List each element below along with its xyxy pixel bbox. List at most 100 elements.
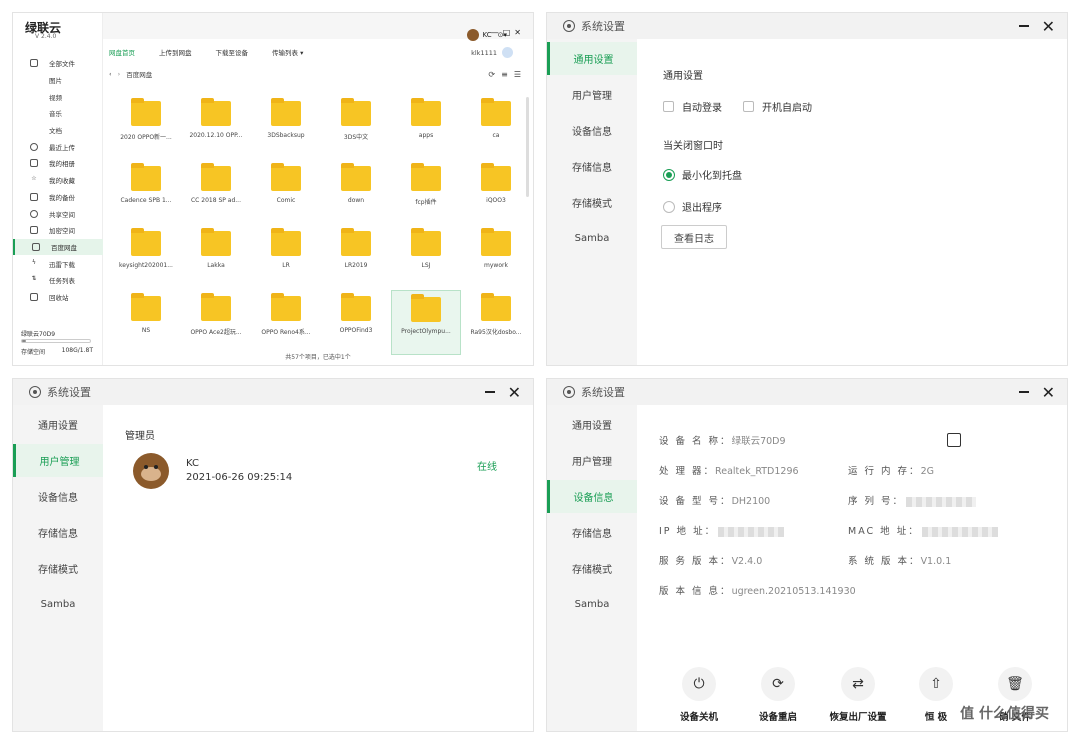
tab-users[interactable]: 用户管理 bbox=[13, 444, 103, 477]
settings-icon bbox=[29, 386, 41, 398]
nav-images[interactable]: 图片 bbox=[13, 72, 103, 89]
folder-item[interactable]: 2020.12.10 OPP... bbox=[181, 95, 251, 160]
storage-info: 存储空间 108G/1.8T bbox=[21, 347, 93, 356]
folder-item[interactable]: OPPO Ace2超玩... bbox=[181, 290, 251, 355]
tab-general[interactable]: 通用设置 bbox=[13, 408, 103, 441]
view-tools[interactable]: ⟳≡☰ bbox=[488, 70, 527, 79]
folder-item[interactable]: CC 2018 SP ad... bbox=[181, 160, 251, 225]
account-avatar[interactable] bbox=[502, 47, 513, 58]
back-icon[interactable]: ‹ bbox=[109, 70, 112, 78]
folder-name: LSJ bbox=[421, 262, 431, 269]
tab-device[interactable]: 设备信息 bbox=[547, 114, 637, 147]
nav-videos[interactable]: 视频 bbox=[13, 88, 103, 105]
tab-samba[interactable]: Samba bbox=[13, 588, 103, 621]
minimize-button[interactable] bbox=[1019, 13, 1029, 39]
folder-item[interactable]: LSJ bbox=[391, 225, 461, 290]
nav-docs[interactable]: 文档 bbox=[13, 122, 103, 139]
status-footer: 共57个项目，已选中1个 bbox=[285, 354, 351, 361]
folder-item[interactable]: down bbox=[321, 160, 391, 225]
folder-item[interactable]: 3DSbacksup bbox=[251, 95, 321, 160]
tab-general[interactable]: 通用设置 bbox=[547, 42, 637, 75]
exit-radio[interactable]: 退出程序 bbox=[663, 199, 722, 214]
folder-name: 3DSbacksup bbox=[267, 132, 305, 139]
folder-name: LR2019 bbox=[344, 262, 368, 269]
folder-name: 3DS中文 bbox=[343, 134, 369, 141]
folder-item[interactable]: OPPO Reno4系... bbox=[251, 290, 321, 355]
folder-item[interactable]: OPPOFind3 bbox=[321, 290, 391, 355]
tab-samba[interactable]: Samba bbox=[547, 222, 637, 255]
window-controls[interactable]: —□✕ bbox=[491, 28, 525, 37]
tab-storage-mode[interactable]: 存储模式 bbox=[13, 552, 103, 585]
folder-icon bbox=[411, 294, 441, 322]
tab-download[interactable]: 下载至设备 bbox=[216, 47, 249, 57]
tab-transfers[interactable]: 传输列表 ▾ bbox=[272, 47, 303, 57]
tab-users[interactable]: 用户管理 bbox=[547, 444, 637, 477]
tab-samba[interactable]: Samba bbox=[547, 588, 637, 621]
view-log-button[interactable]: 查看日志 bbox=[661, 225, 727, 249]
edit-icon[interactable] bbox=[947, 433, 961, 447]
file-icon bbox=[30, 59, 38, 68]
folder-item[interactable]: LR bbox=[251, 225, 321, 290]
tab-users[interactable]: 用户管理 bbox=[547, 78, 637, 111]
tab-device[interactable]: 设备信息 bbox=[13, 480, 103, 513]
tab-general[interactable]: 通用设置 bbox=[547, 408, 637, 441]
settings-icon bbox=[563, 386, 575, 398]
folder-item[interactable]: Lakka bbox=[181, 225, 251, 290]
folder-item[interactable]: ca bbox=[461, 95, 531, 160]
tab-storage-mode[interactable]: 存储模式 bbox=[547, 552, 637, 585]
tab-storage-mode[interactable]: 存储模式 bbox=[547, 186, 637, 219]
tab-storage-info[interactable]: 存储信息 bbox=[13, 516, 103, 549]
folder-item[interactable]: apps bbox=[391, 95, 461, 160]
minimize-button[interactable] bbox=[485, 379, 495, 405]
tab-home[interactable]: 网盘首页 bbox=[109, 47, 135, 57]
backup-icon bbox=[30, 192, 38, 201]
nav-recent[interactable]: 最近上传 bbox=[13, 138, 103, 155]
folder-item[interactable]: iQOO3 bbox=[461, 160, 531, 225]
auto-login-checkbox[interactable]: 自动登录 bbox=[663, 99, 722, 114]
nav-favorites[interactable]: ☆ 我的收藏 bbox=[13, 172, 103, 189]
nav-shared[interactable]: 共享空间 bbox=[13, 205, 103, 222]
folder-item[interactable]: fcp插件 bbox=[391, 160, 461, 225]
nav-baidu[interactable]: 百度网盘 bbox=[13, 238, 103, 256]
cloud-icon bbox=[32, 242, 40, 251]
nav-music[interactable]: 音乐 bbox=[13, 105, 103, 122]
nav-album[interactable]: 我的相册 bbox=[13, 155, 103, 172]
tab-storage-info[interactable]: 存储信息 bbox=[547, 150, 637, 183]
tab-device[interactable]: 设备信息 bbox=[547, 480, 637, 513]
minimize-radio[interactable]: 最小化到托盘 bbox=[663, 167, 742, 182]
close-button[interactable]: ✕ bbox=[1042, 13, 1055, 39]
folder-item[interactable]: Comic bbox=[251, 160, 321, 225]
auto-start-checkbox[interactable]: 开机自启动 bbox=[743, 99, 812, 114]
folder-item[interactable]: 3DS中文 bbox=[321, 95, 391, 160]
folder-item[interactable]: Ra95汉化dosbo... bbox=[461, 290, 531, 355]
folder-item[interactable]: 2020 OPPO新一... bbox=[111, 95, 181, 160]
tab-upload[interactable]: 上传到网盘 bbox=[159, 47, 192, 57]
restart-button[interactable]: ⟳ 设备重启 bbox=[738, 667, 818, 723]
nav-encrypted[interactable]: 加密空间 bbox=[13, 222, 103, 239]
folder-icon bbox=[131, 293, 161, 321]
close-button[interactable]: ✕ bbox=[1042, 379, 1055, 405]
minimize-icon bbox=[1019, 25, 1029, 27]
nav-all-files[interactable]: 全部文件 bbox=[13, 55, 103, 72]
serial-row: 序 列 号： bbox=[848, 493, 977, 507]
file-sidebar: 绿联云 V 2.4.0 全部文件 图片 视频 音乐 文档 最近上传 我的相册 ☆… bbox=[13, 13, 103, 365]
nav-trash[interactable]: 回收站 bbox=[13, 289, 103, 306]
settings-sidebar: 通用设置 用户管理 设备信息 存储信息 存储模式 Samba bbox=[13, 405, 103, 731]
folder-item[interactable]: NS bbox=[111, 290, 181, 355]
tab-storage-info[interactable]: 存储信息 bbox=[547, 516, 637, 549]
factory-reset-button[interactable]: ⇄ 恢复出厂设置 bbox=[818, 667, 898, 723]
folder-item[interactable]: mywork bbox=[461, 225, 531, 290]
folder-item[interactable]: LR2019 bbox=[321, 225, 391, 290]
nav-backup[interactable]: 我的备份 bbox=[13, 189, 103, 206]
nav-tasks[interactable]: ⇅ 任务列表 bbox=[13, 272, 103, 289]
close-button[interactable]: ✕ bbox=[508, 379, 521, 405]
folder-item[interactable]: keysight202001... bbox=[111, 225, 181, 290]
radio-dot bbox=[663, 168, 675, 181]
folder-item[interactable]: ProjectOlympu... bbox=[391, 290, 461, 355]
forward-icon[interactable]: › bbox=[118, 70, 121, 78]
scrollbar[interactable] bbox=[526, 97, 529, 197]
minimize-button[interactable] bbox=[1019, 379, 1029, 405]
folder-item[interactable]: Cadence SPB 1... bbox=[111, 160, 181, 225]
shutdown-button[interactable]: ⏻ 设备关机 bbox=[659, 667, 739, 723]
nav-thunder[interactable]: ϟ 迅雷下载 bbox=[13, 255, 103, 272]
